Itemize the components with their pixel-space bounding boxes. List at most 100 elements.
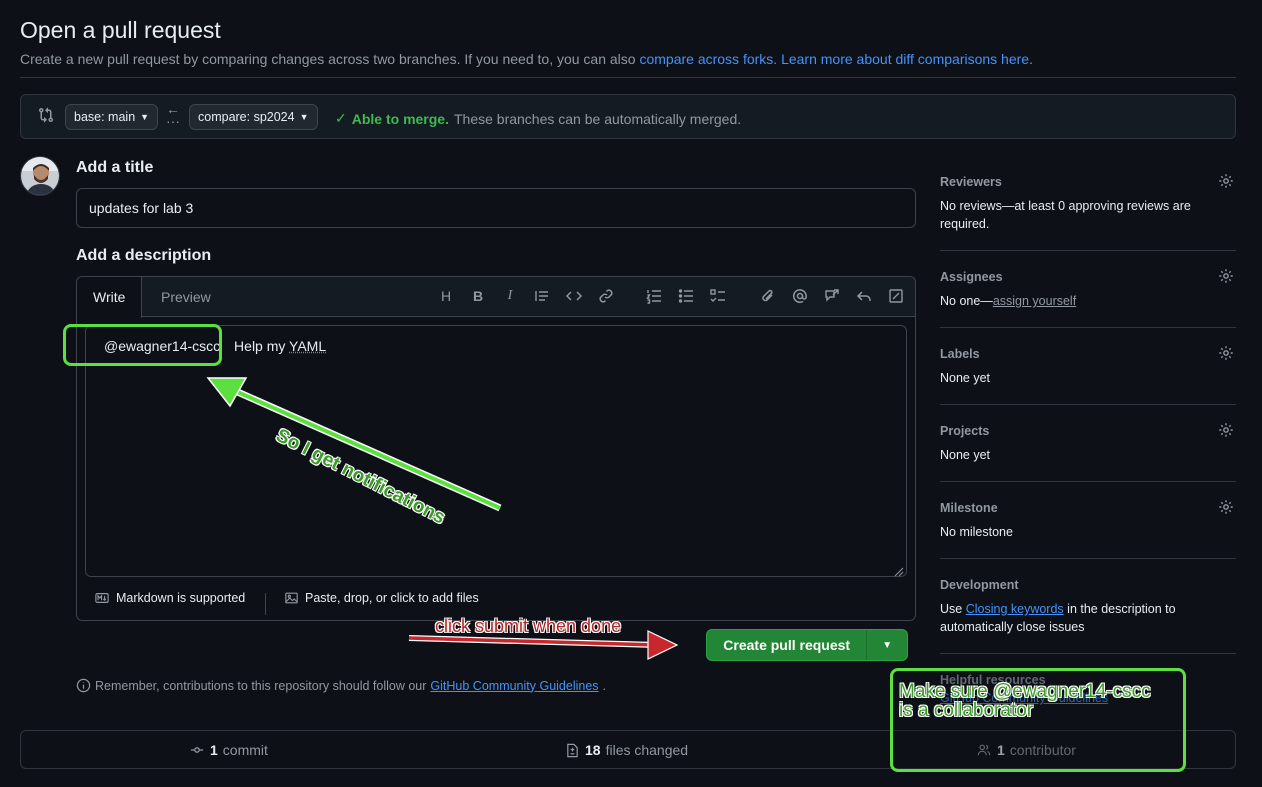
- base-branch-label: base: main: [74, 110, 136, 124]
- title-label: Add a title: [76, 159, 154, 176]
- green-arrow-annotation: [206, 377, 502, 512]
- fullscreen-icon[interactable]: [886, 288, 906, 306]
- italic-icon[interactable]: I: [500, 288, 520, 306]
- files-changed-stat[interactable]: 18 files changed: [565, 742, 688, 758]
- reply-icon[interactable]: [854, 288, 874, 306]
- divider: [940, 327, 1236, 328]
- divider: [20, 77, 1236, 78]
- divider: [265, 593, 266, 615]
- contribution-note-text: Remember, contributions to this reposito…: [95, 678, 427, 693]
- merge-status-text: These branches can be automatically merg…: [453, 110, 742, 127]
- bold-icon[interactable]: B: [468, 288, 488, 306]
- description-label: Add a description: [76, 247, 212, 264]
- unordered-list-icon[interactable]: [676, 288, 696, 306]
- community-guidelines-link[interactable]: GitHub Community Guidelines: [430, 679, 598, 693]
- subtitle-text: Create a new pull request by comparing c…: [20, 51, 636, 67]
- commits-label: commit: [222, 742, 268, 758]
- subtitle-suffix: .: [1029, 51, 1033, 67]
- development-title: Development: [940, 578, 1019, 592]
- compare-branch-select[interactable]: compare: sp2024 ▼: [189, 104, 318, 130]
- collaborator-annotation-line2: is a collaborator: [899, 700, 1034, 721]
- submit-annotation: click submit when done: [435, 616, 622, 636]
- markdown-icon: [95, 593, 109, 603]
- description-text: Help my: [234, 338, 290, 354]
- sidebar-assignees: Assignees No one—assign yourself: [940, 268, 1236, 310]
- compare-branch-label: compare: sp2024: [198, 110, 295, 124]
- avatar[interactable]: [20, 156, 60, 196]
- merge-ok-label: Able to merge.: [351, 110, 449, 127]
- sidebar-milestone: Milestone No milestone: [940, 499, 1236, 541]
- gear-icon[interactable]: [1218, 268, 1236, 286]
- sidebar-labels: Labels None yet: [940, 345, 1236, 387]
- spellcheck-word: YAML: [289, 338, 327, 354]
- sidebar-projects: Projects None yet: [940, 422, 1236, 464]
- heading-icon[interactable]: H: [436, 288, 456, 306]
- development-body: Use Closing keywords in the description …: [940, 600, 1200, 636]
- reviewers-body: No reviews—at least 0 approving reviews …: [940, 199, 1191, 231]
- note-suffix: .: [602, 678, 607, 693]
- editor-toolbar: Write Preview H B I: [77, 277, 915, 318]
- learn-diff-link[interactable]: Learn more about diff comparisons here: [781, 51, 1029, 67]
- git-compare-icon: [38, 107, 56, 125]
- development-text: Use: [940, 602, 963, 616]
- code-icon[interactable]: [564, 288, 584, 306]
- file-diff-icon: [567, 743, 578, 757]
- contribution-note: Remember, contributions to this reposito…: [76, 678, 606, 693]
- mention-icon[interactable]: [790, 288, 810, 306]
- caret-down-icon: ▼: [140, 112, 150, 122]
- image-icon: [285, 592, 298, 604]
- tasklist-icon[interactable]: [708, 288, 728, 306]
- assignees-title: Assignees: [940, 270, 1003, 284]
- gear-icon[interactable]: [1218, 173, 1236, 191]
- divider: [940, 250, 1236, 251]
- reviewers-title: Reviewers: [940, 175, 1002, 189]
- compare-forks-link[interactable]: compare across forks.: [639, 51, 777, 67]
- milestone-body: No milestone: [940, 525, 1013, 539]
- mention-highlight-box: [63, 324, 222, 366]
- page-title: Open a pull request: [20, 17, 221, 43]
- merge-status: ✓ Able to merge. These branches can be a…: [335, 110, 741, 127]
- attach-files-label: Paste, drop, or click to add files: [305, 591, 479, 605]
- tab-write[interactable]: Write: [77, 277, 143, 318]
- labels-body: None yet: [940, 371, 991, 385]
- page-subtitle: Create a new pull request by comparing c…: [20, 51, 1033, 67]
- branch-compare-bar: base: main ▼ ← ··· compare: sp2024 ▼ ✓ Ab…: [20, 94, 1236, 139]
- quote-icon[interactable]: [532, 288, 552, 306]
- files-count: 18: [585, 742, 601, 758]
- create-options-caret-icon[interactable]: ▼: [867, 630, 907, 660]
- gear-icon[interactable]: [1218, 499, 1236, 517]
- base-branch-select[interactable]: base: main ▼: [65, 104, 159, 130]
- create-pull-request-button[interactable]: Create pull request: [707, 630, 868, 660]
- commits-stat[interactable]: 1 commit: [189, 742, 268, 758]
- divider: [940, 481, 1236, 482]
- title-input[interactable]: [76, 188, 916, 228]
- ordered-list-icon[interactable]: [644, 288, 664, 306]
- link-icon[interactable]: [596, 288, 616, 306]
- markdown-note-label: Markdown is supported: [116, 591, 246, 605]
- milestone-title: Milestone: [940, 501, 998, 515]
- gear-icon[interactable]: [1218, 345, 1236, 363]
- divider: [940, 653, 1236, 654]
- resize-handle-icon[interactable]: [894, 564, 904, 577]
- assignees-body: No one—assign yourself: [940, 292, 1236, 310]
- closing-keywords-link[interactable]: Closing keywords: [966, 602, 1064, 616]
- sidebar-reviewers: Reviewers No reviews—at least 0 approvin…: [940, 173, 1236, 233]
- attach-files[interactable]: Paste, drop, or click to add files: [284, 591, 479, 605]
- projects-body: None yet: [940, 448, 991, 462]
- info-icon: [76, 678, 91, 693]
- cross-reference-icon[interactable]: [822, 288, 842, 306]
- labels-title: Labels: [940, 347, 980, 361]
- commits-count: 1: [210, 742, 218, 758]
- assign-yourself-link[interactable]: assign yourself: [993, 294, 1076, 308]
- collaborator-annotation-line1: Make sure @ewagner14-cscc: [899, 681, 1151, 702]
- sidebar-development: Development Use Closing keywords in the …: [940, 578, 1236, 636]
- paperclip-icon[interactable]: [758, 288, 778, 306]
- files-label: files changed: [605, 742, 689, 758]
- gear-icon[interactable]: [1218, 422, 1236, 440]
- markdown-note[interactable]: Markdown is supported: [94, 591, 245, 605]
- divider: [940, 404, 1236, 405]
- tab-preview[interactable]: Preview: [145, 277, 227, 318]
- assignees-text: No one—: [940, 294, 993, 308]
- collaborator-annotation: Make sure @ewagner14-cscc is a collabora…: [899, 682, 1151, 720]
- divider: [940, 558, 1236, 559]
